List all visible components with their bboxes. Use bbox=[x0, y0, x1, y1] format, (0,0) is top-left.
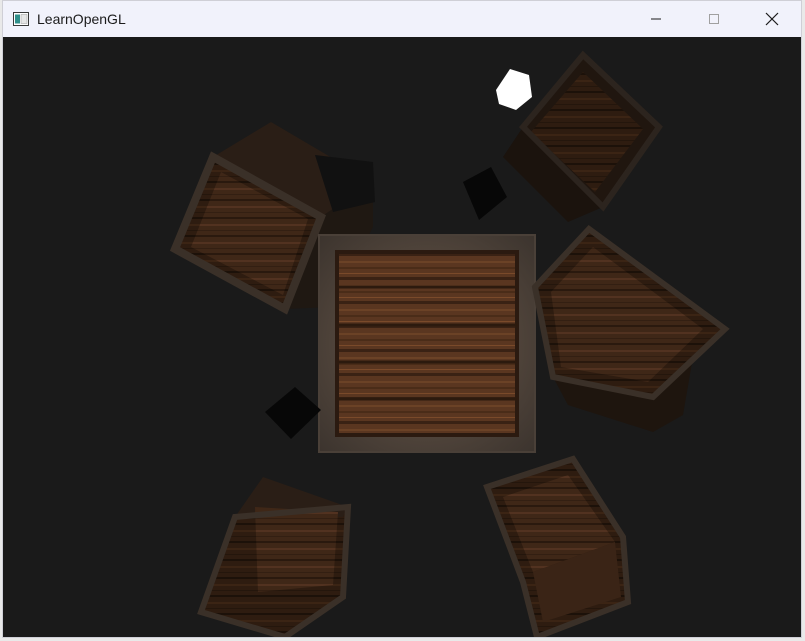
maximize-icon bbox=[709, 14, 719, 24]
crate-bottom-right bbox=[483, 455, 632, 637]
small-dark-cube-left bbox=[265, 387, 321, 439]
opengl-viewport[interactable] bbox=[3, 37, 801, 637]
crate-bottom-left bbox=[197, 477, 352, 637]
title-bar[interactable]: LearnOpenGL bbox=[3, 1, 801, 37]
small-dark-cube-top bbox=[463, 167, 507, 220]
light-cube bbox=[496, 69, 532, 110]
window-title: LearnOpenGL bbox=[37, 11, 126, 27]
minimize-icon bbox=[651, 18, 661, 20]
crate-right bbox=[531, 225, 730, 432]
maximize-button[interactable] bbox=[685, 1, 743, 37]
window-controls bbox=[627, 1, 801, 37]
minimize-button[interactable] bbox=[627, 1, 685, 37]
close-icon bbox=[765, 12, 779, 26]
scene-render bbox=[169, 50, 730, 637]
app-icon bbox=[13, 11, 29, 27]
crate-center bbox=[318, 234, 536, 453]
app-window: LearnOpenGL bbox=[2, 0, 802, 638]
close-button[interactable] bbox=[743, 1, 801, 37]
